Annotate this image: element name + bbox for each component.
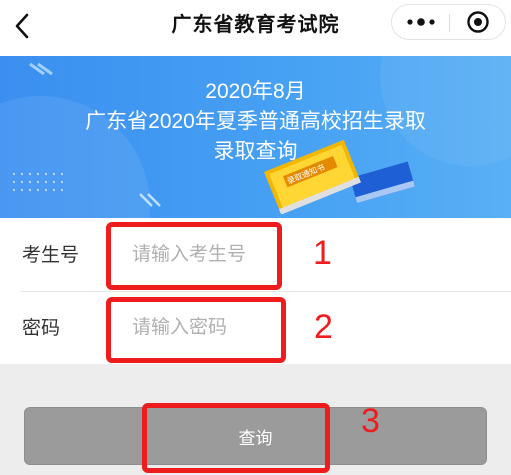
banner-heading: 广东省2020年夏季普通高校招生录取 [85,110,426,133]
header-banner: 录取通知书 2020年8月 广东省2020年夏季普通高校招生录取 录取查询 [0,56,511,218]
more-dots-icon [406,18,435,26]
more-button[interactable] [392,5,449,39]
password-label: 密码 [22,317,61,339]
top-navbar: 广东省教育考试院 [0,0,511,56]
annotation-box-2 [106,297,286,363]
exam-number-label: 考生号 [22,244,80,266]
annotation-number-3: 3 [361,402,380,440]
annotation-box-3 [142,403,330,473]
banner-subheading: 录取查询 [213,140,298,163]
close-button[interactable] [450,5,505,39]
target-circle-icon [466,11,489,33]
mini-program-capsule [391,4,506,40]
annotation-number-1: 1 [313,234,332,272]
banner-date: 2020年8月 [205,80,306,103]
annotation-box-1 [106,222,282,290]
annotation-number-2: 2 [314,308,333,346]
